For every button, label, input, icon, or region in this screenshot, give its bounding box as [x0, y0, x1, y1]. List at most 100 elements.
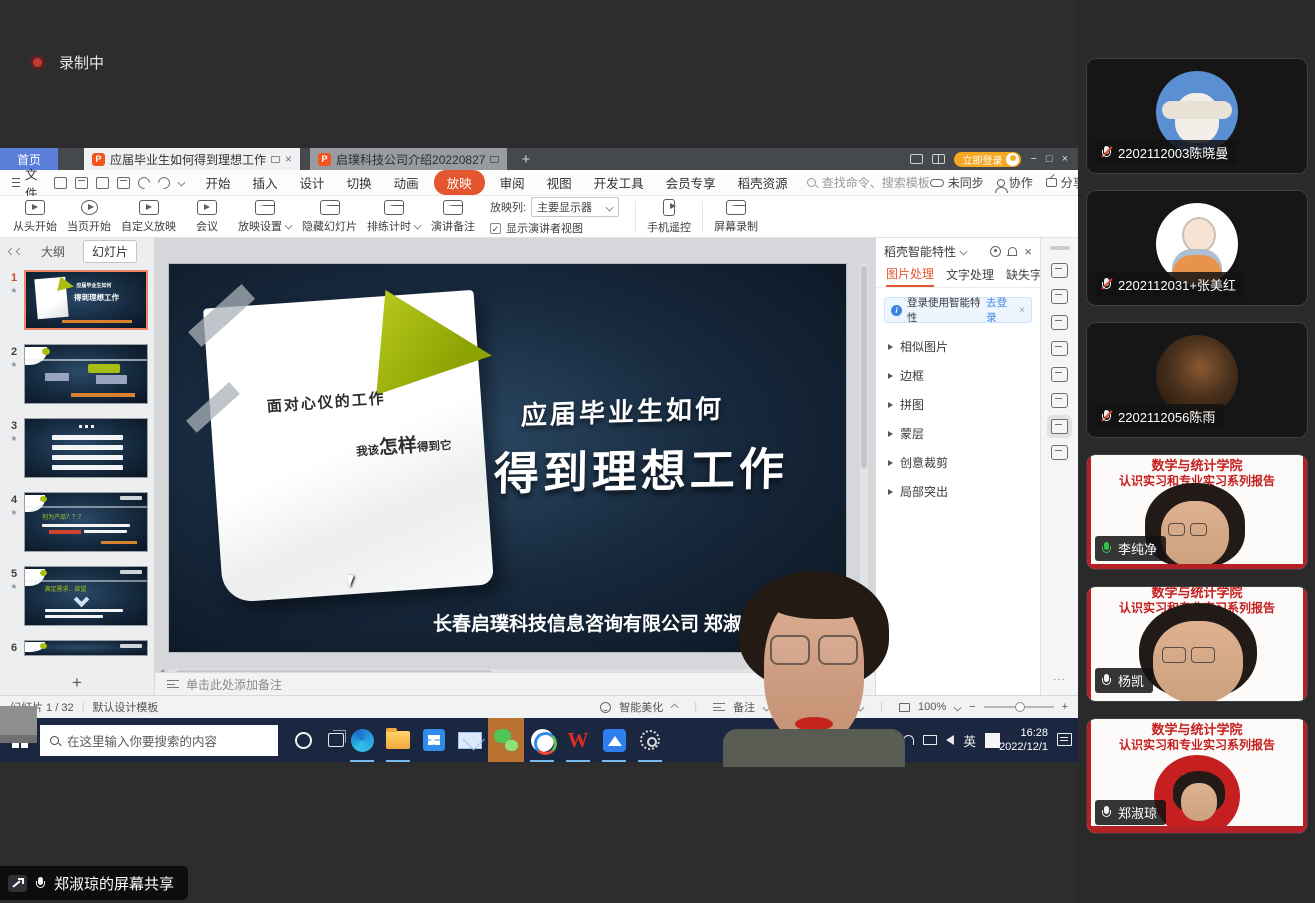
menu-design[interactable]: 设计 — [289, 173, 336, 192]
rehearse-timing-button[interactable]: 排练计时 — [362, 200, 426, 234]
rail-settings-icon[interactable] — [1051, 289, 1068, 304]
dismiss-banner-icon[interactable]: × — [1019, 304, 1025, 316]
ime-mode-icon[interactable] — [985, 733, 1000, 748]
panel-item-local-highlight[interactable]: 局部突出 — [876, 477, 1040, 506]
menu-animation[interactable]: 动画 — [383, 173, 430, 192]
print-icon[interactable] — [96, 177, 109, 189]
floating-widget[interactable] — [0, 706, 37, 743]
menu-transition[interactable]: 切换 — [336, 173, 383, 192]
screen-record-button[interactable]: 屏幕录制 — [709, 200, 763, 234]
rail-slides-icon[interactable] — [1051, 341, 1068, 356]
rail-smart-features-icon[interactable] — [1051, 419, 1068, 434]
taskbar-meeting[interactable] — [596, 718, 632, 762]
rail-effects-icon[interactable] — [1051, 315, 1068, 330]
tray-volume-icon[interactable] — [946, 735, 954, 745]
menu-docer[interactable]: 稻壳资源 — [727, 173, 799, 192]
collapse-panel-icon[interactable] — [8, 248, 23, 255]
fit-window-icon[interactable] — [899, 703, 910, 712]
gear-icon[interactable] — [990, 246, 1001, 257]
tab-outline[interactable]: 大纲 — [33, 241, 73, 262]
taskbar-search-input[interactable]: 在这里输入你要搜索的内容 — [40, 725, 278, 756]
taskbar-wechat[interactable] — [488, 718, 524, 762]
panel-item-creative-crop[interactable]: 创意裁剪 — [876, 448, 1040, 477]
menu-review[interactable]: 审阅 — [489, 173, 536, 192]
panel-item-mask[interactable]: 蒙层 — [876, 419, 1040, 448]
play-from-start-button[interactable]: 从头开始 — [8, 200, 62, 234]
rail-rocket-icon[interactable] — [1051, 263, 1068, 278]
panel-item-similar-images[interactable]: 相似图片 — [876, 332, 1040, 361]
sync-status[interactable]: 未同步 — [930, 174, 984, 191]
display-select[interactable]: 主要显示器 — [531, 197, 619, 217]
participant-tile-4[interactable]: 数学与统计学院 认识实习和专业实习系列报告 李纯净 — [1086, 454, 1308, 570]
thumb-canvas[interactable] — [24, 344, 148, 404]
panel-dropdown-icon[interactable] — [960, 247, 968, 255]
rail-handle[interactable] — [1050, 246, 1070, 250]
login-button[interactable]: 立即登录 — [954, 152, 1021, 167]
participant-tile-2[interactable]: 2202112031+张美红 — [1086, 190, 1308, 306]
zoom-out-button[interactable]: − — [969, 701, 975, 713]
taskbar-edge[interactable] — [344, 718, 380, 762]
wps-doc-tab-1[interactable]: P 应届毕业生如何得到理想工作 × — [84, 148, 300, 170]
tab-float-icon[interactable] — [271, 156, 280, 163]
panel-item-borders[interactable]: 边框 — [876, 361, 1040, 390]
zoom-in-button[interactable]: + — [1062, 701, 1068, 713]
taskbar-mail[interactable] — [452, 718, 488, 762]
zoom-slider-knob[interactable] — [1015, 702, 1025, 712]
zoom-dropdown-icon[interactable] — [954, 703, 962, 711]
taskbar-settings[interactable] — [632, 718, 668, 762]
participant-tile-1[interactable]: 2202112003陈晓曼 — [1086, 58, 1308, 174]
tray-display-icon[interactable] — [923, 735, 937, 745]
thumb-canvas[interactable] — [24, 640, 148, 656]
close-icon[interactable]: × — [1062, 154, 1068, 165]
slide-thumb-4[interactable]: 4★ 何为产品？？？ — [4, 492, 148, 552]
tab-text-processing[interactable]: 文字处理 — [946, 266, 994, 286]
speaker-notes-button[interactable]: 演讲备注 — [426, 200, 480, 234]
thumb-canvas[interactable] — [24, 418, 148, 478]
workspace-grid-icon[interactable] — [932, 154, 945, 164]
customize-toolbar-icon[interactable] — [177, 179, 185, 187]
slide-thumb-2[interactable]: 2★ — [4, 344, 148, 404]
menu-devtools[interactable]: 开发工具 — [583, 173, 655, 192]
rail-help-icon[interactable] — [1051, 367, 1068, 382]
taskbar-browser-q[interactable] — [524, 718, 560, 762]
tab-float-icon[interactable] — [490, 156, 499, 163]
save-icon[interactable] — [54, 177, 67, 189]
redo-icon[interactable] — [155, 174, 172, 191]
slide-thumb-1[interactable]: 1★ 应届毕业生如何 得到理想工作 — [4, 270, 148, 330]
taskbar-store[interactable] — [416, 718, 452, 762]
menu-slideshow[interactable]: 放映 — [434, 170, 485, 195]
thumb-canvas[interactable]: 应届毕业生如何 得到理想工作 — [24, 270, 148, 330]
minimize-icon[interactable]: − — [1030, 154, 1036, 165]
tray-headset-icon[interactable] — [903, 735, 914, 745]
meeting-button[interactable]: 会议 — [181, 200, 233, 234]
zoom-slider[interactable] — [984, 706, 1054, 708]
rail-more-icon[interactable]: ··· — [1053, 674, 1066, 685]
command-search[interactable]: 查找命令、搜索模板 — [807, 174, 930, 191]
close-panel-icon[interactable]: × — [1024, 244, 1032, 259]
presenter-view-checkbox[interactable]: ✓ — [490, 223, 501, 234]
participant-tile-5[interactable]: 数学与统计学院 认识实习和专业实习系列报告 杨凯 — [1086, 586, 1308, 702]
rail-notes-icon[interactable] — [1051, 445, 1068, 460]
menu-start[interactable]: 开始 — [195, 173, 242, 192]
phone-remote-button[interactable]: 手机遥控 — [642, 199, 696, 235]
menu-membership[interactable]: 会员专享 — [655, 173, 727, 192]
thumb-canvas[interactable]: 何为产品？？？ — [24, 492, 148, 552]
taskbar-explorer[interactable] — [380, 718, 416, 762]
play-current-button[interactable]: 当页开始 — [62, 200, 116, 234]
add-slide-button[interactable]: + — [0, 671, 154, 695]
tab-close-icon[interactable]: × — [285, 152, 292, 166]
panel-item-collage[interactable]: 拼图 — [876, 390, 1040, 419]
thumb-canvas[interactable]: 满足需求、欲望 — [24, 566, 148, 626]
wps-doc-tab-2[interactable]: P 启璞科技公司介绍20220827 — [310, 148, 507, 170]
template-name[interactable]: 默认设计模板 — [92, 699, 158, 715]
tab-slides[interactable]: 幻灯片 — [83, 240, 137, 263]
zoom-level[interactable]: 100% — [918, 701, 946, 713]
taskbar-wps[interactable]: W — [560, 718, 596, 762]
tab-image-processing[interactable]: 图片处理 — [886, 265, 934, 287]
cortana-button[interactable] — [295, 732, 312, 749]
slide-thumb-3[interactable]: 3★ — [4, 418, 148, 478]
menu-insert[interactable]: 插入 — [242, 173, 289, 192]
hide-slide-button[interactable]: 隐藏幻灯片 — [297, 200, 362, 234]
participant-tile-3[interactable]: 2202112056陈雨 — [1086, 322, 1308, 438]
beautify-button[interactable]: 智能美化 — [619, 699, 663, 715]
